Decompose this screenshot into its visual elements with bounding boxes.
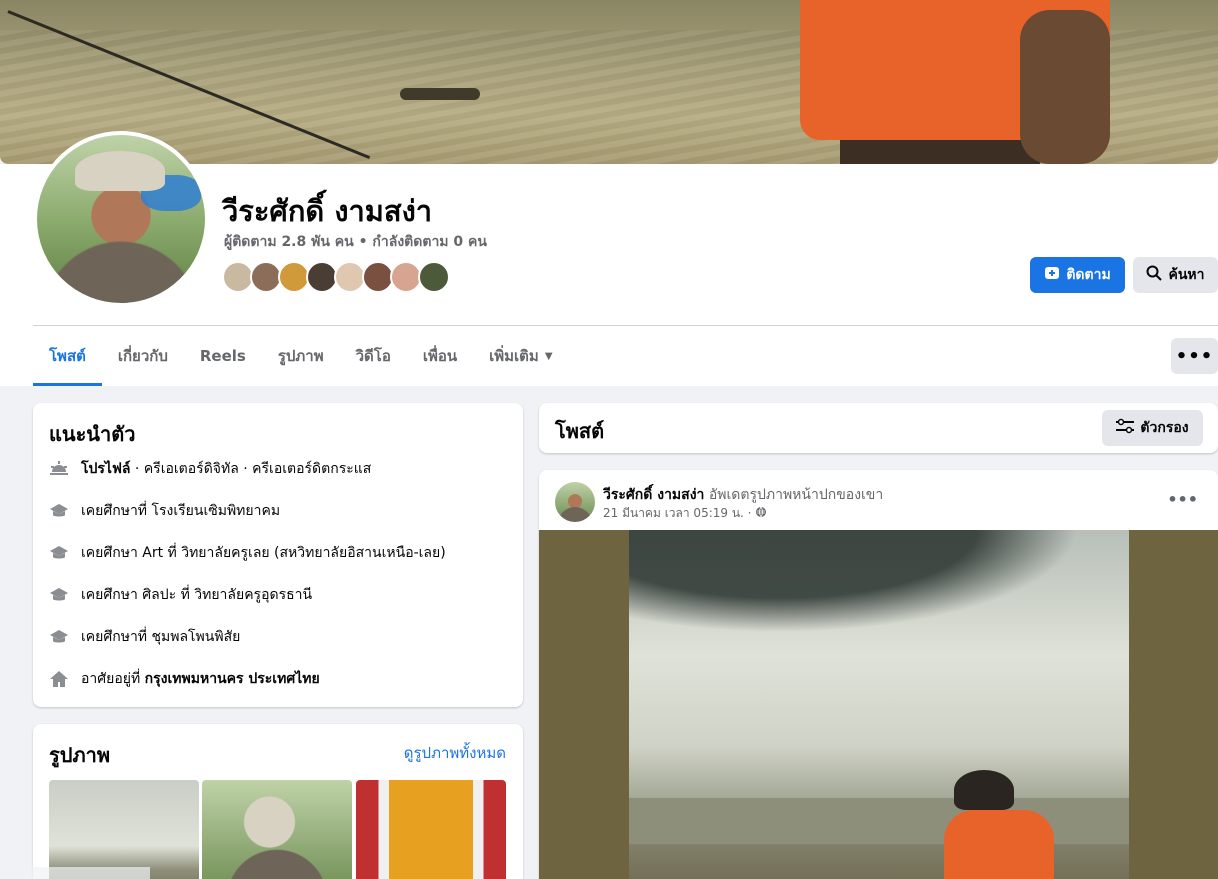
filter-button[interactable]: ตัวกรอง [1102, 410, 1203, 446]
more-options-button[interactable]: ••• [1171, 338, 1218, 374]
post-author-line: วีระศักดิ์ งามสง่า อัพเดตรูปภาพหน้าปกของ… [603, 484, 883, 506]
tab-posts[interactable]: โพสต์ [33, 326, 102, 386]
filter-sliders-icon [1116, 418, 1135, 438]
profile-tabs: โพสต์ เกี่ยวกับ Reels รูปภาพ วิดีโอ เพื่… [33, 326, 569, 386]
intro-education-item: เคยศึกษาที่ โรงเรียนเซิมพิทยาคม [49, 500, 280, 522]
profile-stats[interactable]: ผู้ติดตาม 2.8 พัน คน • กำลังติดตาม 0 คน [224, 231, 487, 253]
tab-reels[interactable]: Reels [184, 326, 262, 386]
tab-photos[interactable]: รูปภาพ [262, 326, 340, 386]
globe-icon [755, 506, 767, 520]
intro-title: แนะนำตัว [49, 422, 136, 446]
post-action: อัพเดตรูปภาพหน้าปกของเขา [704, 487, 884, 503]
posts-header-card: โพสต์ ตัวกรอง [539, 403, 1218, 453]
photo-thumbnail[interactable] [49, 780, 199, 879]
post-image[interactable] [539, 530, 1218, 879]
post-author-avatar[interactable] [555, 482, 595, 522]
profile-name: วีระศักดิ์ งามสง่า [222, 194, 433, 228]
follow-icon [1044, 265, 1060, 285]
follower-avatars[interactable] [222, 261, 450, 293]
see-all-photos-link[interactable]: ดูรูปภาพทั้งหมด [404, 741, 506, 765]
cover-photo[interactable] [0, 0, 1218, 164]
follow-button[interactable]: ติดตาม [1030, 257, 1125, 293]
cover-debris [400, 88, 480, 100]
intro-education-item: เคยศึกษา ศิลปะ ที่ วิทยาลัยครูอุดรธานี [49, 584, 312, 606]
photos-card: รูปภาพ ดูรูปภาพทั้งหมด [33, 724, 523, 879]
intro-card: แนะนำตัว โปรไฟล์ · ครีเอเตอร์ดิจิทัล · ค… [33, 403, 523, 707]
photo-thumbnail[interactable] [202, 780, 352, 879]
intro-education-item: เคยศึกษา Art ที่ วิทยาลัยครูเลย (สหวิทยา… [49, 542, 446, 564]
tab-about[interactable]: เกี่ยวกับ [102, 326, 184, 386]
posts-title: โพสต์ [555, 419, 605, 443]
caret-down-icon: ▼ [544, 350, 553, 362]
post-timestamp[interactable]: 21 มีนาคม เวลา 05:19 น. · [603, 504, 767, 523]
post-author-name[interactable]: วีระศักดิ์ งามสง่า [603, 487, 704, 503]
graduation-cap-icon [49, 627, 69, 647]
sunrise-icon [49, 459, 69, 479]
graduation-cap-icon [49, 585, 69, 605]
intro-profile-item: โปรไฟล์ · ครีเอเตอร์ดิจิทัล · ครีเอเตอร์… [49, 458, 371, 480]
search-label: ค้นหา [1168, 267, 1205, 283]
tab-videos[interactable]: วิดีโอ [340, 326, 407, 386]
post-photo [629, 530, 1129, 879]
intro-home-item: อาศัยอยู่ที่ กรุงเทพมหานคร ประเทศไทย [49, 668, 320, 690]
photo-thumbnail[interactable] [356, 780, 506, 879]
home-icon [49, 669, 69, 689]
tab-more[interactable]: เพิ่มเติม ▼ [473, 326, 568, 386]
follower-avatar[interactable] [418, 261, 450, 293]
filter-label: ตัวกรอง [1140, 420, 1189, 436]
photos-title: รูปภาพ [49, 743, 111, 767]
search-icon [1146, 265, 1163, 285]
intro-education-item: เคยศึกษาที่ ชุมพลโพนพิสัย [49, 626, 240, 648]
graduation-cap-icon [49, 543, 69, 563]
tab-friends[interactable]: เพื่อน [407, 326, 473, 386]
graduation-cap-icon [49, 501, 69, 521]
post-options-button[interactable]: ••• [1167, 490, 1198, 509]
cover-person [800, 0, 1130, 164]
follow-label: ติดตาม [1066, 267, 1111, 283]
post-card: วีระศักดิ์ งามสง่า อัพเดตรูปภาพหน้าปกของ… [539, 470, 1218, 879]
watermark-strip [0, 867, 150, 879]
profile-avatar[interactable] [33, 131, 209, 307]
search-button[interactable]: ค้นหา [1133, 257, 1218, 293]
